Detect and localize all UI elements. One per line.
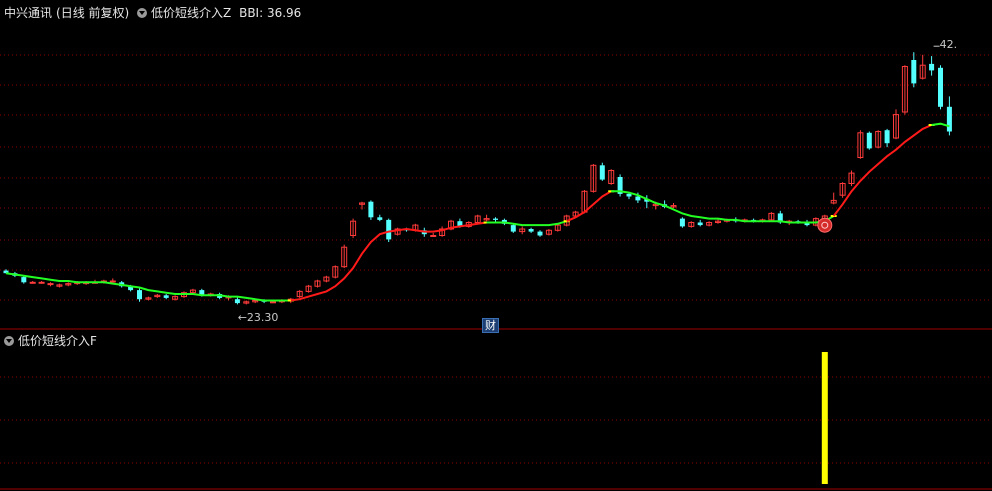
candle-down	[137, 290, 142, 300]
bbi-segment-red	[566, 190, 612, 223]
candle-down	[946, 106, 952, 132]
main-header: 中兴通讯 (日线 前复权) 低价短线介入Z BBI: 36.96	[4, 6, 305, 20]
candle-down	[368, 201, 374, 218]
candle-up	[430, 235, 437, 237]
bbi-value: BBI: 36.96	[239, 6, 302, 20]
bbi-line	[5, 122, 950, 302]
candle-down	[911, 60, 917, 84]
grid-lines	[0, 54, 992, 490]
candle-down	[234, 299, 240, 304]
lower-indicator-name[interactable]: 低价短线介入F	[18, 334, 97, 348]
candle-up	[109, 280, 116, 283]
candle-down	[866, 132, 872, 149]
finance-badge[interactable]: 财	[482, 318, 499, 333]
candle-down	[938, 67, 943, 107]
bbi-segment-red	[832, 124, 933, 217]
signal-marker-icon	[817, 217, 833, 233]
candles	[3, 52, 952, 305]
candle-down	[537, 231, 543, 236]
candle-down	[679, 218, 685, 227]
candle-up	[47, 283, 54, 286]
signal-bar	[821, 352, 828, 484]
chart-canvas[interactable]: ←23.30 42.	[0, 0, 992, 491]
candle-down	[884, 130, 890, 144]
bbi-segment-green	[486, 220, 567, 227]
candle-down	[599, 165, 605, 180]
lower-header: 低价短线介入F	[4, 334, 101, 348]
candle-down	[528, 229, 534, 232]
candle-down	[377, 217, 383, 220]
candle-down	[626, 193, 632, 197]
bbi-segment-green	[611, 190, 835, 224]
high-price-label: 42.	[940, 38, 958, 51]
candle-down	[635, 196, 641, 201]
bbi-segment-green	[5, 272, 291, 302]
candle-down	[386, 219, 392, 240]
candle-down	[697, 222, 703, 226]
signal-bars	[821, 352, 828, 484]
indicator-name[interactable]: 低价短线介入Z	[151, 6, 231, 20]
candle-up	[29, 281, 36, 284]
lower-indicator-dropdown-icon[interactable]	[4, 336, 14, 346]
candle-up	[270, 301, 276, 304]
candle-down	[929, 63, 935, 71]
low-price-label: ←23.30	[238, 311, 279, 324]
candle-down	[163, 295, 169, 298]
candle-down	[21, 277, 27, 283]
stock-name[interactable]: 中兴通讯	[4, 6, 52, 20]
candle-up	[38, 281, 45, 284]
indicator-dropdown-icon[interactable]	[137, 8, 148, 18]
candle-down	[493, 218, 498, 220]
candle-down	[510, 225, 516, 232]
period-label[interactable]: (日线 前复权)	[56, 6, 129, 20]
